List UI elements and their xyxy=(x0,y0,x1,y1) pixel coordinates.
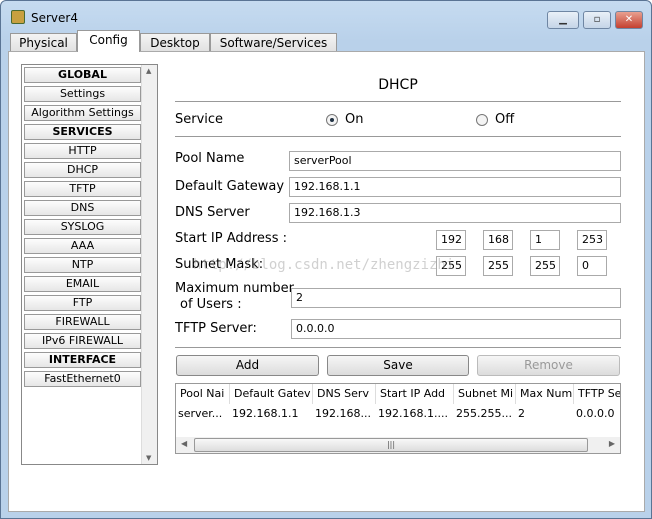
table-cell[interactable]: 192.168.1.1 xyxy=(230,405,313,423)
sidebar-item-settings[interactable]: Settings xyxy=(24,86,141,102)
tab-software-services[interactable]: Software/Services xyxy=(210,33,337,52)
dns-server-label: DNS Server xyxy=(175,205,250,220)
service-off-radio[interactable] xyxy=(476,114,488,126)
start-ip-octet-1[interactable]: 192 xyxy=(436,230,466,250)
sidebar-item-firewall[interactable]: FIREWALL xyxy=(24,314,141,330)
scroll-up-icon[interactable]: ▲ xyxy=(146,67,151,75)
divider xyxy=(175,136,621,137)
table-horizontal-scrollbar[interactable]: ◀ ||| ▶ xyxy=(176,437,620,453)
subnet-octet-1[interactable]: 255 xyxy=(436,256,466,276)
window-title: Server4 xyxy=(31,11,78,25)
pool-name-label: Pool Name xyxy=(175,151,245,166)
table-cell[interactable]: 192.168... xyxy=(313,405,376,423)
sidebar-item-algorithm-settings[interactable]: Algorithm Settings xyxy=(24,105,141,121)
max-users-label-2: of Users : xyxy=(180,297,242,312)
sidebar-item-ntp[interactable]: NTP xyxy=(24,257,141,273)
table-cell[interactable]: 255.255... xyxy=(454,405,516,423)
tftp-server-label: TFTP Server: xyxy=(175,321,257,336)
column-header[interactable]: DNS Serv xyxy=(313,384,376,404)
tab-physical[interactable]: Physical xyxy=(10,33,77,52)
sidebar-item-dhcp[interactable]: DHCP xyxy=(24,162,141,178)
start-ip-octet-2[interactable]: 168 xyxy=(483,230,513,250)
divider xyxy=(175,101,621,102)
max-users-label: Maximum number xyxy=(175,281,294,296)
sidebar-item-interface: INTERFACE xyxy=(24,352,141,368)
scroll-right-icon[interactable]: ▶ xyxy=(609,439,615,448)
subnet-octet-4[interactable]: 0 xyxy=(577,256,607,276)
default-gateway-input[interactable]: 192.168.1.1 xyxy=(289,177,621,197)
dhcp-title: DHCP xyxy=(378,77,418,93)
tab-desktop[interactable]: Desktop xyxy=(140,33,210,52)
column-header[interactable]: Pool Nai xyxy=(176,384,230,404)
maximize-button[interactable]: ▫ xyxy=(583,11,611,29)
column-header[interactable]: Subnet Mi xyxy=(454,384,516,404)
divider xyxy=(175,347,621,348)
start-ip-octet-4[interactable]: 253 xyxy=(577,230,607,250)
tftp-server-input[interactable]: 0.0.0.0 xyxy=(291,319,621,339)
max-users-input[interactable]: 2 xyxy=(291,288,621,308)
remove-button[interactable]: Remove xyxy=(477,355,620,376)
pool-name-input[interactable]: serverPool xyxy=(289,151,621,171)
column-header[interactable]: Max Num xyxy=(516,384,574,404)
column-header[interactable]: TFTP Se xyxy=(574,384,620,404)
server-app-icon xyxy=(11,10,25,24)
sidebar-item-http[interactable]: HTTP xyxy=(24,143,141,159)
dns-server-input[interactable]: 192.168.1.3 xyxy=(289,203,621,223)
pool-table: Pool Nai Default Gatev DNS Serv Start IP Ad… xyxy=(175,383,621,454)
minimize-button[interactable]: ▁ xyxy=(547,11,579,29)
tab-config[interactable]: Config xyxy=(77,30,140,52)
sidebar-item-ftp[interactable]: FTP xyxy=(24,295,141,311)
scroll-left-icon[interactable]: ◀ xyxy=(181,439,187,448)
start-ip-octet-3[interactable]: 1 xyxy=(530,230,560,250)
start-ip-label: Start IP Address : xyxy=(175,231,287,246)
close-button[interactable]: ✕ xyxy=(615,11,643,29)
subnet-mask-label: Subnet Mask: xyxy=(175,257,264,272)
sidebar-item-ipv6-firewall[interactable]: IPv6 FIREWALL xyxy=(24,333,141,349)
sidebar-item-syslog[interactable]: SYSLOG xyxy=(24,219,141,235)
subnet-octet-2[interactable]: 255 xyxy=(483,256,513,276)
service-label: Service xyxy=(175,112,224,127)
table-cell[interactable]: 2 xyxy=(516,405,574,423)
table-cell[interactable]: 0.0.0.0 xyxy=(574,405,620,423)
scroll-down-icon[interactable]: ▼ xyxy=(146,454,151,462)
sidebar-item-fastethernet0[interactable]: FastEthernet0 xyxy=(24,371,141,387)
add-button[interactable]: Add xyxy=(176,355,319,376)
window: Server4 ▁ ▫ ✕ Physical Config Desktop So… xyxy=(0,0,652,519)
table-cell[interactable]: server... xyxy=(176,405,230,423)
table-cell[interactable]: 192.168.1.... xyxy=(376,405,454,423)
save-button[interactable]: Save xyxy=(327,355,469,376)
service-on-label: On xyxy=(345,112,364,127)
sidebar-item-aaa[interactable]: AAA xyxy=(24,238,141,254)
service-off-label: Off xyxy=(495,112,515,127)
sidebar: GLOBAL Settings Algorithm Settings SERVICES… xyxy=(21,64,158,465)
sidebar-item-global: GLOBAL xyxy=(24,67,141,83)
column-header[interactable]: Start IP Add xyxy=(376,384,454,404)
default-gateway-label: Default Gateway xyxy=(175,179,285,194)
sidebar-item-email[interactable]: EMAIL xyxy=(24,276,141,292)
subnet-octet-3[interactable]: 255 xyxy=(530,256,560,276)
column-header[interactable]: Default Gatev xyxy=(230,384,313,404)
sidebar-scrollbar[interactable]: ▲ ▼ xyxy=(141,65,157,464)
sidebar-item-services: SERVICES xyxy=(24,124,141,140)
service-on-radio[interactable] xyxy=(326,114,338,126)
scrollbar-thumb[interactable]: ||| xyxy=(194,438,588,452)
sidebar-item-tftp[interactable]: TFTP xyxy=(24,181,141,197)
sidebar-item-dns[interactable]: DNS xyxy=(24,200,141,216)
